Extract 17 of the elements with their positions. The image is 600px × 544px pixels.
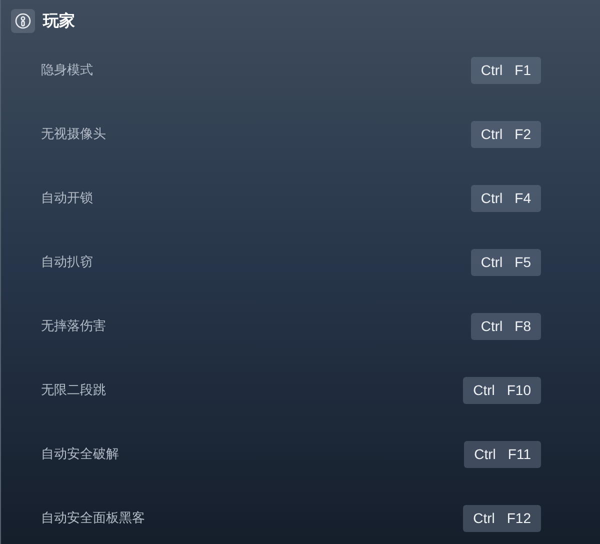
hotkey-label: 自动扒窃 (41, 254, 93, 271)
hotkey-button[interactable]: Ctrl F8 (470, 312, 541, 340)
hotkey-label: 自动开锁 (41, 190, 93, 207)
hotkey-button[interactable]: Ctrl F12 (463, 504, 541, 532)
hotkey-button[interactable]: Ctrl F11 (464, 440, 541, 468)
hotkey-button[interactable]: Ctrl F2 (470, 120, 541, 148)
hotkey-label: 无限二段跳 (41, 382, 106, 399)
hotkey-label: 隐身模式 (41, 62, 93, 79)
hotkey-label: 无摔落伤害 (41, 318, 106, 335)
section-title: 玩家 (43, 10, 75, 32)
hotkey-button[interactable]: Ctrl F1 (470, 56, 541, 84)
hotkey-label: 自动安全面板黑客 (41, 510, 145, 527)
hotkey-button[interactable]: Ctrl F10 (463, 376, 541, 404)
hotkey-label: 自动安全破解 (41, 446, 119, 463)
hotkey-label: 无视摄像头 (41, 126, 106, 143)
hotkey-button[interactable]: Ctrl F4 (470, 184, 541, 212)
hotkey-button[interactable]: Ctrl F5 (470, 248, 541, 276)
